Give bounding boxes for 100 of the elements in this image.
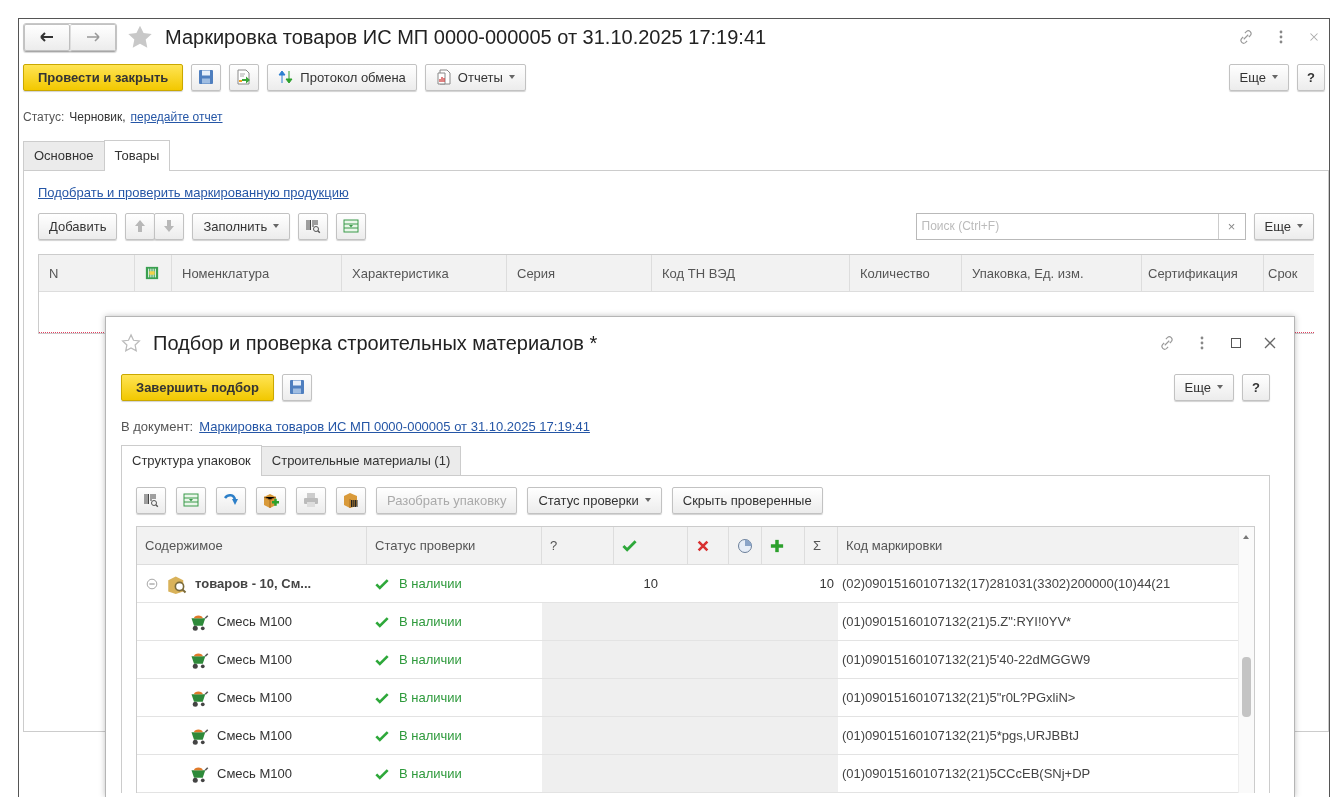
column-header: Характеристика [342,255,507,291]
column-header: Сертификация [1142,255,1264,291]
plus-icon [770,538,784,553]
clear-button[interactable]: × [1217,213,1245,239]
tab[interactable]: Строительные материалы (1) [260,446,462,475]
column-header: ? [542,527,614,564]
caret-icon [644,498,651,502]
move-up-button[interactable] [125,212,156,240]
pick-and-check-link[interactable]: Подобрать и проверить маркированную продукцию [38,185,349,200]
box-plus-icon [263,492,279,508]
caret-icon [1272,75,1279,79]
check-icon [375,576,389,591]
column-header: Σ [805,527,838,564]
back-button[interactable] [24,23,70,51]
status-value: Черновик, [69,110,126,124]
table-cell-text: (01)09015160107132(21)5'40-22dMGGW9 [841,651,1092,669]
table-cell-text: 10 [818,575,835,593]
product-name: Смесь М100 [217,766,292,781]
search-field[interactable]: Поиск (Ctrl+F) × [915,212,1246,240]
scan-barcode-button[interactable] [136,486,166,514]
product-name: Смесь М100 [217,614,292,629]
help-button[interactable]: ? [1297,63,1325,91]
fill-button[interactable]: Заполнить [192,212,291,240]
link-icon[interactable] [1237,28,1255,46]
more-button[interactable]: Еще [1253,212,1314,240]
more-button[interactable]: Еще [1228,63,1290,91]
star-icon[interactable] [127,24,153,50]
column-header: Статус проверки [367,527,542,564]
maximize-icon[interactable] [1228,335,1244,351]
table-icon [343,218,360,234]
table-cell-text: (02)09015160107132(17)281031(3302)200000(10)44(21 [841,575,1172,593]
check-icon [375,614,389,629]
scan-barcode-button[interactable] [298,212,329,240]
column-header: Количество [850,255,962,291]
status-label: Статус: [23,110,65,124]
package-barcode-button[interactable] [336,486,366,514]
more-button[interactable]: Еще [1173,373,1235,401]
check-icon [375,652,389,667]
caret-icon [1217,385,1224,389]
toolbar-button[interactable]: Скрыть проверенные [671,486,823,514]
close-icon[interactable] [1262,335,1278,351]
column-header: Номенклатура [172,255,342,291]
barcode-icon [305,218,322,234]
post-and-close-button[interactable]: Провести и закрыть [23,63,184,91]
star-icon[interactable] [121,333,141,353]
table-cell-text: (01)09015160107132(21)5CCcEB(SNj+DP [841,765,1092,783]
check-icon [622,538,637,553]
reports-button[interactable]: Отчеты [424,63,526,91]
exchange-log-button[interactable]: Протокол обмена [267,63,417,91]
link-icon[interactable] [1158,334,1176,352]
table-cell-text: (01)09015160107132(21)5*pgs,URJBBtJ [841,727,1081,745]
pie-chart-icon [737,537,753,554]
box-barcode-icon [343,492,359,508]
add-package-button[interactable] [256,486,286,514]
product-name: Смесь М100 [217,690,292,705]
save-button[interactable] [191,63,222,91]
redo-button[interactable] [216,486,246,514]
help-button[interactable]: ? [1242,373,1270,401]
product-name: Смесь М100 [217,728,292,743]
document-link[interactable]: Маркировка товаров ИС МП 0000-000005 от 31.10.2025 17:19:41 [199,418,590,434]
status-text: В наличии [399,728,462,743]
table-cell-text: (01)09015160107132(21)5"r0L?PGxliN> [841,689,1077,707]
column-header: Код ТН ВЭД [652,255,850,291]
column-header: Код маркировки [845,537,944,555]
scrollbar[interactable] [1238,527,1254,793]
check-icon [375,690,389,705]
finish-picking-button[interactable]: Завершить подбор [121,373,274,401]
column-header: N [39,255,135,291]
save-button[interactable] [281,373,312,401]
send-report-link[interactable]: передайте отчет [130,110,223,124]
tab[interactable]: Товары [103,140,171,171]
post-button[interactable] [229,63,260,91]
marking-icon [145,266,159,280]
check-icon [375,766,389,781]
tab[interactable]: Структура упаковок [121,445,262,476]
column-header: Серия [507,255,652,291]
add-button[interactable]: Добавить [38,212,118,240]
column-header: Упаковка, Ед. изм. [962,255,1142,291]
report-icon [435,69,452,85]
table-icon [183,492,199,508]
column-header: Срок [1267,264,1299,283]
table-fill-button[interactable] [176,486,206,514]
save-icon [288,379,305,395]
toolbar-button[interactable]: Статус проверки [527,486,662,514]
up-down-arrows-icon [278,69,295,85]
check-icon [375,728,389,743]
table-cell-text: (01)09015160107132(21)5.Z":RYI!0YV* [841,613,1073,631]
table-fill-button[interactable] [336,212,367,240]
table-cell-text: 10 [642,575,659,593]
window-title: Маркировка товаров ИС МП 0000-000005 от 31.10.2025 17:19:41 [165,25,767,49]
barcode-icon [143,492,159,508]
caret-icon [508,75,515,79]
printer-icon [303,492,319,508]
print-button[interactable] [296,486,326,514]
document-arrow-icon [236,69,253,85]
collapse-icon[interactable] [145,576,159,591]
column-header: Содержимое [137,527,367,564]
move-down-button[interactable] [154,212,185,240]
tab[interactable]: Основное [23,141,105,170]
status-text: В наличии [399,614,462,629]
